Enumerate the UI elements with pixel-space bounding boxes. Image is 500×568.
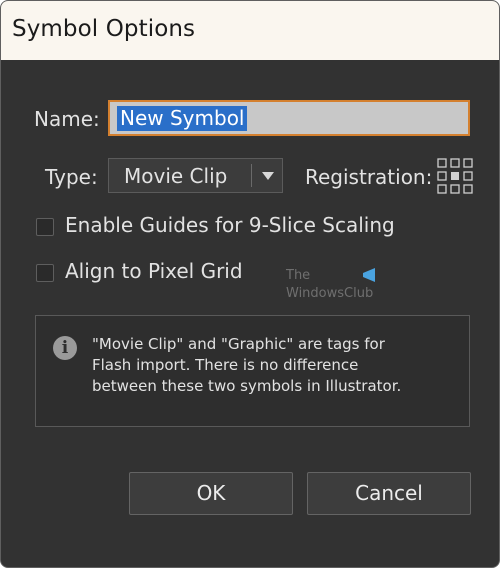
registration-label: Registration: [305, 165, 433, 189]
dropdown-divider [251, 164, 252, 187]
enable-guides-checkbox[interactable] [36, 218, 54, 236]
windows-logo-icon [363, 268, 375, 282]
info-box: i "Movie Clip" and "Graphic" are tags fo… [35, 315, 470, 427]
watermark-line-1: The [286, 268, 311, 283]
type-label: Type: [45, 165, 98, 189]
info-icon: i [53, 336, 77, 360]
dialog-title: Symbol Options [12, 16, 196, 42]
registration-point-center [451, 172, 459, 180]
cancel-button[interactable]: Cancel [307, 472, 471, 515]
info-text-line-1: "Movie Clip" and "Graphic" are tags for [92, 335, 385, 353]
registration-point-middle-right [463, 171, 473, 181]
align-pixel-grid-checkbox[interactable] [36, 264, 54, 282]
name-input-value: New Symbol [117, 106, 248, 131]
symbol-options-dialog: Symbol Options Name: New Symbol Type: Mo… [0, 0, 500, 568]
type-selected-value: Movie Clip [124, 164, 228, 188]
registration-grid[interactable] [437, 158, 473, 194]
ok-button[interactable]: OK [129, 472, 293, 515]
registration-point-top-center [450, 158, 460, 168]
title-bar[interactable]: Symbol Options [1, 1, 499, 60]
enable-guides-label[interactable]: Enable Guides for 9-Slice Scaling [65, 213, 395, 237]
registration-point-bottom-center [450, 184, 460, 194]
info-text-line-3: between these two symbols in Illustrator… [92, 377, 402, 395]
registration-point-bottom-right [463, 184, 473, 194]
watermark-line-2: WindowsClub [286, 286, 374, 301]
watermark: The WindowsClub [286, 267, 378, 303]
name-input[interactable]: New Symbol [108, 100, 470, 136]
chevron-down-icon[interactable] [262, 172, 274, 180]
align-pixel-grid-label[interactable]: Align to Pixel Grid [65, 259, 243, 283]
registration-point-top-left [437, 158, 447, 168]
registration-point-bottom-left [437, 184, 447, 194]
registration-point-top-right [463, 158, 473, 168]
type-dropdown[interactable]: Movie Clip [108, 158, 283, 193]
registration-point-middle-left [437, 171, 447, 181]
info-text-line-2: Flash import. There is no difference [92, 356, 359, 374]
name-label: Name: [34, 107, 100, 131]
